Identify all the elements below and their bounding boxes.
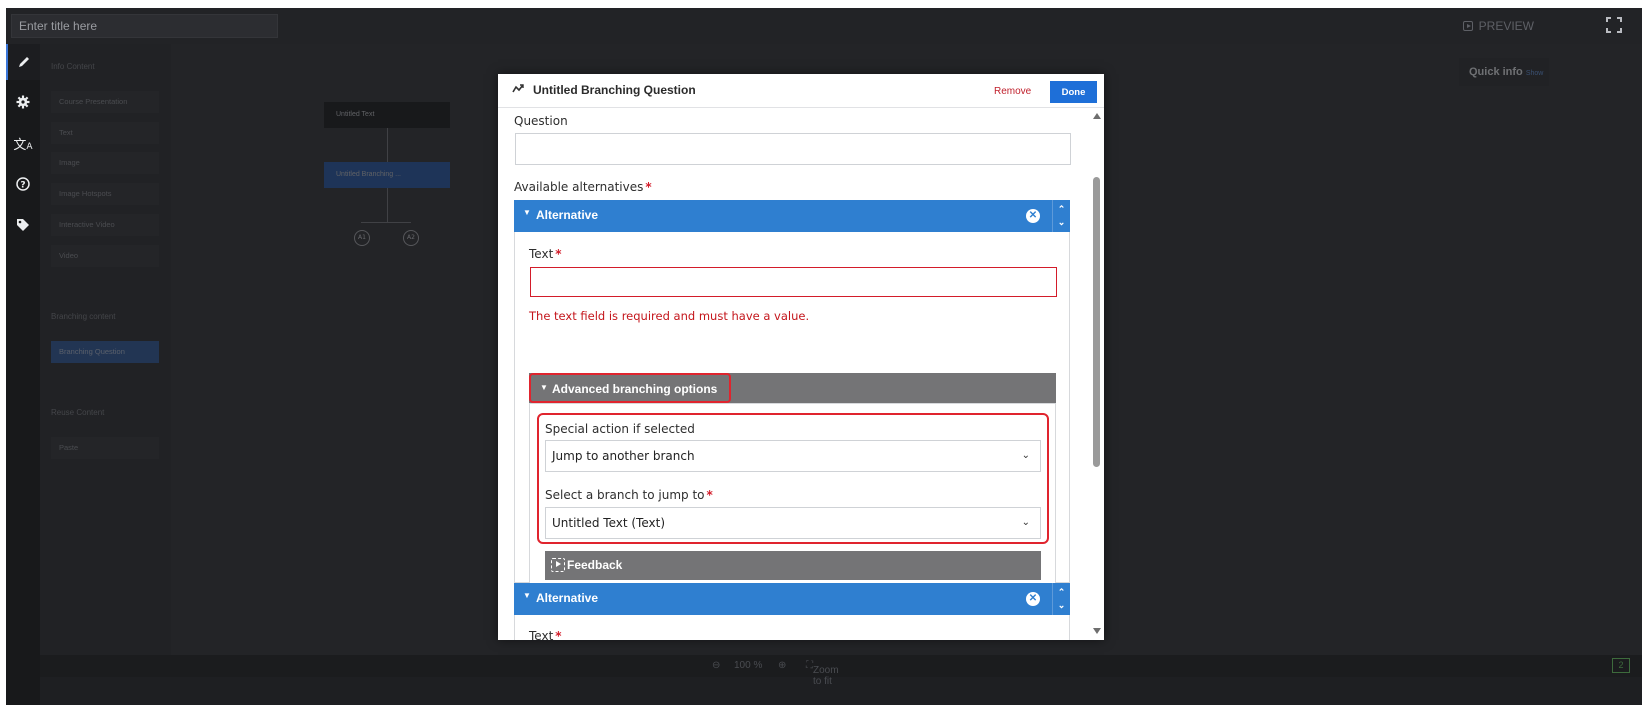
panel-item-image[interactable]: Image [51, 152, 159, 174]
help-icon[interactable]: ? [6, 166, 40, 202]
feedback-toggle[interactable]: Feedback [545, 551, 1041, 580]
gear-icon[interactable] [6, 84, 40, 120]
tag-icon[interactable] [6, 207, 40, 243]
svg-text:?: ? [20, 181, 25, 191]
required-marker: * [555, 629, 562, 640]
reuse-content-heading: Reuse Content [51, 408, 105, 417]
scroll-thumb[interactable] [1093, 177, 1100, 467]
special-action-select[interactable]: Jump to another branch ⌄ [545, 440, 1041, 472]
quick-info-button[interactable]: Quick info Show [1459, 58, 1549, 86]
zoom-to-fit-label: Zoom to fit [813, 665, 839, 687]
chevron-down-icon: ⌄ [1021, 517, 1030, 528]
translate-icon[interactable]: 文A [6, 125, 40, 161]
top-bar: Enter title here PREVIEW [6, 8, 1642, 44]
alternative-1-header[interactable]: ▼ Alternative ✕ ⌃ ⌄ [514, 200, 1070, 232]
preview-button[interactable]: PREVIEW [1462, 19, 1534, 33]
advanced-branching-bar: ▼ Advanced branching options [529, 373, 1056, 403]
zoom-to-fit-button[interactable]: ⛶ Zoom to fit [806, 660, 839, 687]
alt-1-text-input[interactable] [530, 267, 1057, 297]
required-marker: * [555, 247, 562, 261]
advanced-branching-label: Advanced branching options [552, 382, 718, 396]
alt-2-text-label-text: Text [529, 629, 554, 640]
panel-item-video[interactable]: Video [51, 245, 159, 267]
advanced-branching-toggle[interactable]: ▼ Advanced branching options [529, 373, 731, 403]
branch-select-value: Untitled Text (Text) [552, 516, 665, 530]
connector-line [361, 222, 411, 223]
branching-content-heading: Branching content [51, 312, 116, 321]
collapse-arrow-icon: ▼ [523, 208, 531, 217]
panel-item-interactive-video[interactable]: Interactive Video [51, 214, 159, 236]
scroll-up-icon[interactable] [1093, 113, 1101, 119]
remove-alternative-icon[interactable]: ✕ [1026, 209, 1040, 223]
required-marker: * [645, 180, 652, 194]
alt-1-text-error: The text field is required and must have… [529, 309, 810, 323]
required-marker: * [706, 488, 713, 502]
reorder-icon[interactable]: ⌃ ⌄ [1052, 583, 1070, 615]
panel-item-text[interactable]: Text [51, 122, 159, 144]
panel-item-image-hotspots[interactable]: Image Hotspots [51, 183, 159, 205]
zoom-out-icon[interactable]: ⊖ [712, 660, 720, 671]
left-icon-rail: 文A ? [6, 44, 40, 705]
editor-app: Enter title here PREVIEW 文A ? Info Conte… [6, 8, 1642, 705]
title-input[interactable]: Enter title here [11, 14, 278, 38]
bottom-bar: ⊖ 100 % ⊕ ⛶ Zoom to fit 2 [40, 655, 1642, 687]
available-alternatives-label: Available alternatives * [514, 180, 652, 194]
remove-button[interactable]: Remove [994, 86, 1031, 97]
pencil-icon[interactable] [6, 44, 40, 80]
branch-select-label: Select a branch to jump to * [545, 488, 713, 502]
modal-scrollbar[interactable] [1090, 109, 1104, 640]
feedback-label: Feedback [567, 558, 623, 572]
preview-label: PREVIEW [1478, 19, 1534, 33]
collapse-arrow-icon: ▼ [540, 383, 548, 392]
alternative-2-body [514, 615, 1070, 640]
panel-item-course-presentation[interactable]: Course Presentation [51, 91, 159, 113]
panel-item-paste[interactable]: Paste [51, 437, 159, 459]
counter-chip: 2 [1612, 658, 1630, 673]
feedback-icon [551, 558, 565, 572]
info-content-heading: Info Content [51, 62, 95, 71]
alt-1-text-label-text: Text [529, 247, 554, 261]
alt-1-text-label: Text * [529, 247, 562, 261]
done-button[interactable]: Done [1050, 81, 1097, 103]
modal-title: Untitled Branching Question [533, 83, 696, 97]
alternative-1-title: Alternative [536, 208, 599, 222]
content-panel: Info Content Course Presentation Text Im… [40, 44, 171, 655]
preview-icon [1462, 21, 1473, 31]
special-action-label: Special action if selected [545, 422, 695, 436]
alt-2-text-label: Text * [529, 629, 562, 640]
scroll-down-icon[interactable] [1093, 628, 1101, 634]
question-label: Question [514, 114, 568, 128]
available-alternatives-text: Available alternatives [514, 180, 644, 194]
zoom-in-icon[interactable]: ⊕ [778, 660, 786, 671]
alternative-2-header[interactable]: ▼ Alternative ✕ ⌃ ⌄ [514, 583, 1070, 615]
branching-question-modal: Untitled Branching Question Remove Done … [498, 74, 1104, 640]
quick-info-show: Show [1525, 70, 1544, 77]
branch-select-label-text: Select a branch to jump to [545, 488, 705, 502]
canvas-alt-a2[interactable]: A2 [403, 230, 419, 246]
branch-select[interactable]: Untitled Text (Text) ⌄ [545, 507, 1041, 539]
reorder-icon[interactable]: ⌃ ⌄ [1052, 200, 1070, 232]
question-input[interactable] [515, 133, 1071, 165]
canvas-node-text[interactable]: Untitled Text [324, 102, 450, 128]
branching-question-icon [512, 84, 524, 97]
connector-line [387, 128, 388, 162]
connector-line [387, 188, 388, 222]
zoom-level: 100 % [734, 660, 763, 671]
remove-alternative-icon[interactable]: ✕ [1026, 592, 1040, 606]
collapse-arrow-icon: ▼ [523, 591, 531, 600]
panel-item-branching-question[interactable]: Branching Question [51, 341, 159, 363]
quick-info-label: Quick info [1469, 66, 1523, 78]
canvas-node-branching[interactable]: Untitled Branching ... [324, 162, 450, 188]
fullscreen-icon[interactable] [1606, 17, 1622, 33]
chevron-down-icon: ⌄ [1021, 450, 1030, 461]
special-action-value: Jump to another branch [552, 449, 695, 463]
canvas-alt-a1[interactable]: A1 [354, 230, 370, 246]
modal-form: Question Available alternatives * ▼ Alter… [498, 109, 1090, 640]
alternative-2-title: Alternative [536, 591, 599, 605]
modal-header: Untitled Branching Question Remove Done [498, 74, 1104, 108]
